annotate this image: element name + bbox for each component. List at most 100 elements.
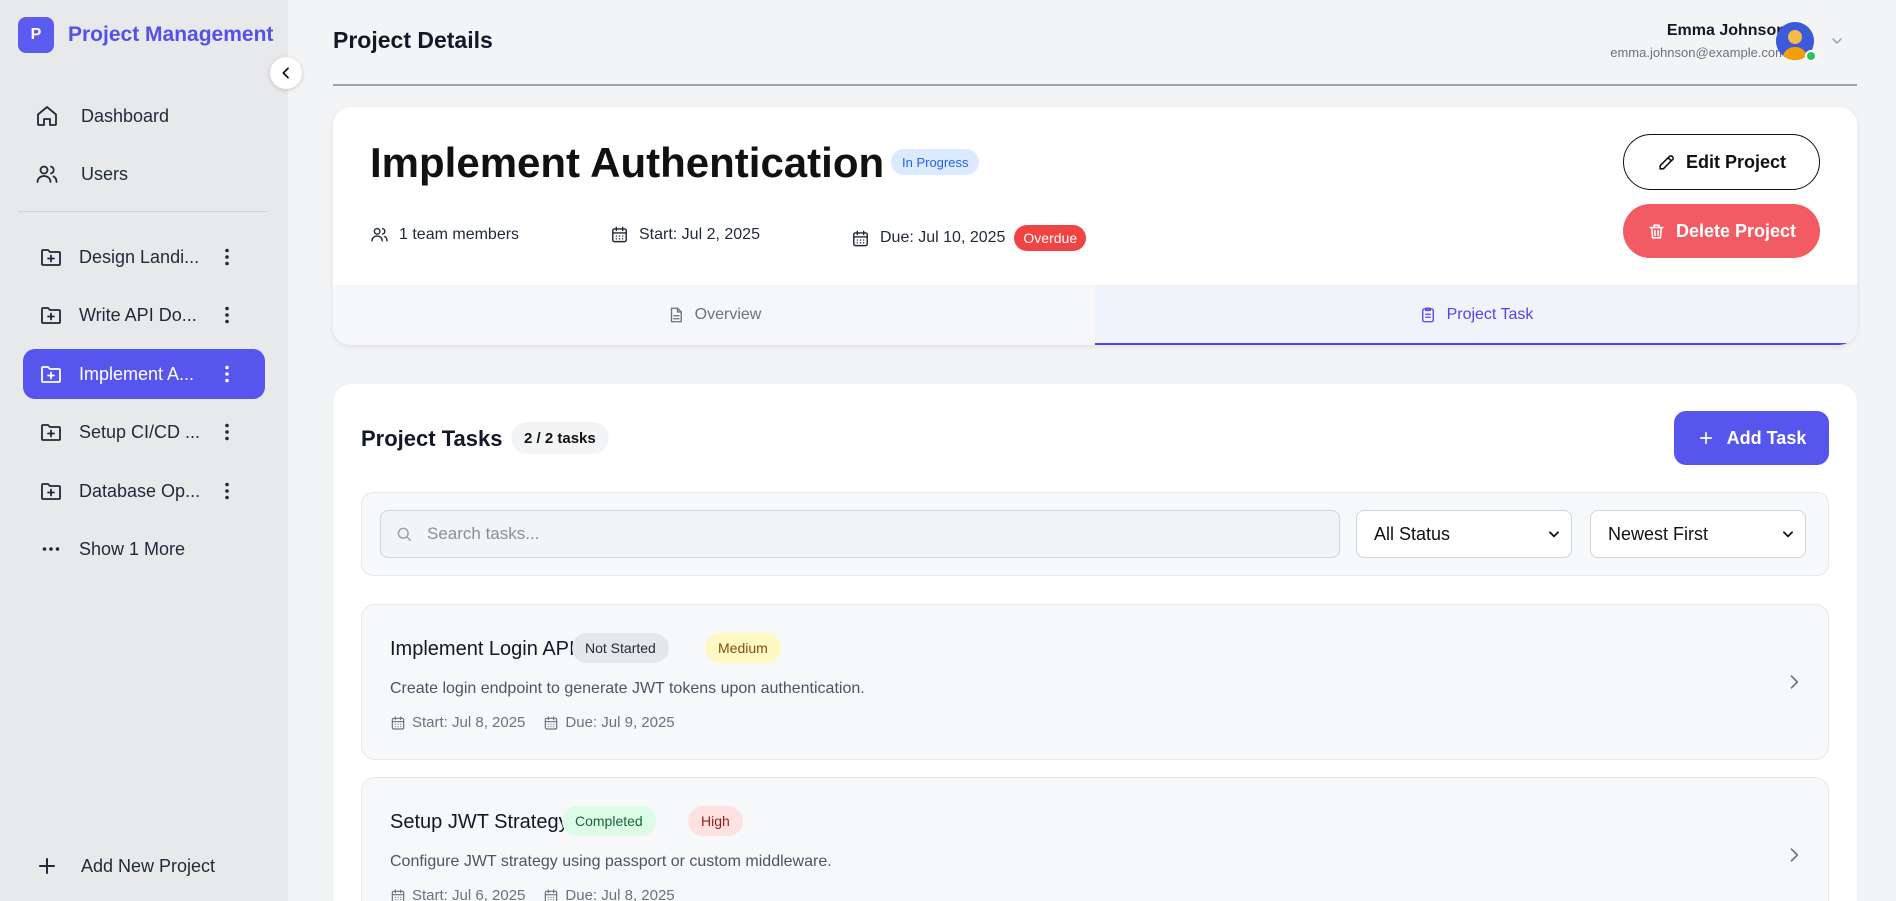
status-filter-select[interactable]: All Status xyxy=(1356,510,1572,558)
more-vertical-icon[interactable] xyxy=(215,362,239,386)
folder-plus-icon xyxy=(39,245,63,269)
tab-label: Overview xyxy=(694,306,762,323)
document-icon xyxy=(667,306,685,324)
edit-project-label: Edit Project xyxy=(1685,151,1787,172)
project-tabs: Overview Project Task xyxy=(333,285,1857,345)
tab-label: Project Task xyxy=(1446,306,1534,323)
more-vertical-icon[interactable] xyxy=(215,420,239,444)
chevron-right-icon[interactable] xyxy=(1784,672,1804,692)
sidebar-project-item[interactable]: Setup CI/CD ... xyxy=(23,407,265,457)
task-count-badge: 2 / 2 tasks xyxy=(511,422,609,454)
sidebar-item-label: Users xyxy=(81,163,129,184)
calendar-icon xyxy=(543,715,559,731)
status-filter-value: All Status xyxy=(1374,523,1451,544)
page-title: Project Details xyxy=(333,27,493,53)
show-more-button[interactable]: Show 1 More xyxy=(23,525,185,573)
user-info[interactable]: Emma Johnson emma.johnson@example.com xyxy=(1610,22,1786,60)
delete-project-button[interactable]: Delete Project xyxy=(1623,204,1820,258)
chevron-down-icon[interactable] xyxy=(1829,33,1845,49)
more-vertical-icon[interactable] xyxy=(215,303,239,327)
sidebar-project-label: Design Landi... xyxy=(79,246,200,267)
chevron-down-icon xyxy=(1547,527,1561,541)
sidebar-project-label: Write API Do... xyxy=(79,304,197,325)
sidebar-divider xyxy=(18,211,268,212)
more-vertical-icon[interactable] xyxy=(215,479,239,503)
more-vertical-icon[interactable] xyxy=(215,245,239,269)
task-status-badge: Not Started xyxy=(572,633,669,663)
project-start-meta: Start: Jul 2, 2025 xyxy=(610,225,760,244)
online-status-dot xyxy=(1805,50,1817,62)
task-name: Setup JWT Strategy xyxy=(390,811,569,833)
sidebar: P Project Management Dashboard Users Des… xyxy=(0,0,288,901)
sidebar-project-item[interactable]: Database Op... xyxy=(23,466,265,516)
overdue-badge: Overdue xyxy=(1014,225,1087,251)
show-more-label: Show 1 More xyxy=(79,538,186,559)
task-card[interactable]: Implement Login API Not Started Medium C… xyxy=(361,604,1829,760)
sidebar-project-item[interactable]: Design Landi... xyxy=(23,232,265,282)
sidebar-item-label: Dashboard xyxy=(81,105,170,126)
tab-overview[interactable]: Overview xyxy=(333,285,1095,345)
plus-icon xyxy=(35,854,59,878)
calendar-icon xyxy=(390,715,406,731)
project-due-meta: Due: Jul 10, 2025 Overdue xyxy=(851,225,1087,251)
task-name: Implement Login API xyxy=(390,638,575,660)
task-start-date: Start: Jul 8, 2025 xyxy=(412,714,526,731)
tab-project-task[interactable]: Project Task xyxy=(1095,285,1857,345)
users-icon xyxy=(370,225,389,244)
users-icon xyxy=(35,162,59,186)
add-task-button[interactable]: Add Task xyxy=(1674,411,1829,465)
user-name: Emma Johnson xyxy=(1666,22,1786,39)
search-icon xyxy=(395,525,413,543)
task-dates: Start: Jul 6, 2025 Due: Jul 8, 2025 xyxy=(390,887,675,901)
folder-plus-icon xyxy=(39,479,63,503)
task-search[interactable] xyxy=(380,510,1340,558)
trash-icon xyxy=(1647,222,1666,241)
chevron-right-icon[interactable] xyxy=(1784,845,1804,865)
project-tasks-card: Project Tasks 2 / 2 tasks Add Task All S… xyxy=(333,384,1857,901)
task-priority-badge: Medium xyxy=(705,633,781,663)
start-date-text: Start: Jul 2, 2025 xyxy=(639,225,760,243)
search-input[interactable] xyxy=(427,524,1327,544)
sidebar-project-label: Implement A... xyxy=(79,363,195,384)
task-start-date: Start: Jul 6, 2025 xyxy=(412,887,526,901)
brand-name: Project Management xyxy=(68,23,274,46)
header-divider xyxy=(333,84,1857,86)
more-horizontal-icon xyxy=(39,537,63,561)
brand[interactable]: P Project Management xyxy=(18,17,273,53)
calendar-icon xyxy=(543,888,559,901)
calendar-icon xyxy=(610,225,629,244)
project-summary-card: Implement Authentication In Progress 1 t… xyxy=(333,107,1857,345)
sidebar-collapse-button[interactable] xyxy=(270,57,302,89)
add-task-label: Add Task xyxy=(1726,427,1807,448)
add-new-project-label: Add New Project xyxy=(81,855,216,876)
project-team-meta: 1 team members xyxy=(370,225,519,244)
task-priority-badge: High xyxy=(688,806,743,836)
sort-select[interactable]: Newest First xyxy=(1590,510,1806,558)
calendar-icon xyxy=(851,229,870,248)
folder-plus-icon xyxy=(39,303,63,327)
sidebar-project-label: Setup CI/CD ... xyxy=(79,421,201,442)
folder-plus-icon xyxy=(39,362,63,386)
team-members-text: 1 team members xyxy=(399,225,520,243)
task-status-badge: Completed xyxy=(562,806,656,836)
task-due-date: Due: Jul 9, 2025 xyxy=(565,714,675,731)
task-description: Create login endpoint to generate JWT to… xyxy=(390,680,865,697)
tasks-title: Project Tasks xyxy=(361,426,503,451)
sidebar-item-users[interactable]: Users xyxy=(23,150,265,198)
sidebar-item-dashboard[interactable]: Dashboard xyxy=(23,92,265,140)
task-due-date: Due: Jul 8, 2025 xyxy=(565,887,675,901)
edit-project-button[interactable]: Edit Project xyxy=(1623,134,1820,190)
home-icon xyxy=(35,104,59,128)
sidebar-project-item-active[interactable]: Implement A... xyxy=(23,349,265,399)
brand-logo: P xyxy=(18,17,54,53)
due-date-text: Due: Jul 10, 2025 xyxy=(880,229,1006,246)
task-dates: Start: Jul 8, 2025 Due: Jul 9, 2025 xyxy=(390,714,675,731)
pencil-icon xyxy=(1657,153,1676,172)
task-card[interactable]: Setup JWT Strategy Completed High Config… xyxy=(361,777,1829,901)
delete-project-label: Delete Project xyxy=(1675,220,1797,241)
chevron-down-icon xyxy=(1781,527,1795,541)
sidebar-project-item[interactable]: Write API Do... xyxy=(23,290,265,340)
task-description: Configure JWT strategy using passport or… xyxy=(390,853,832,870)
add-new-project-button[interactable]: Add New Project xyxy=(23,842,215,890)
project-name: Implement Authentication xyxy=(370,139,885,186)
